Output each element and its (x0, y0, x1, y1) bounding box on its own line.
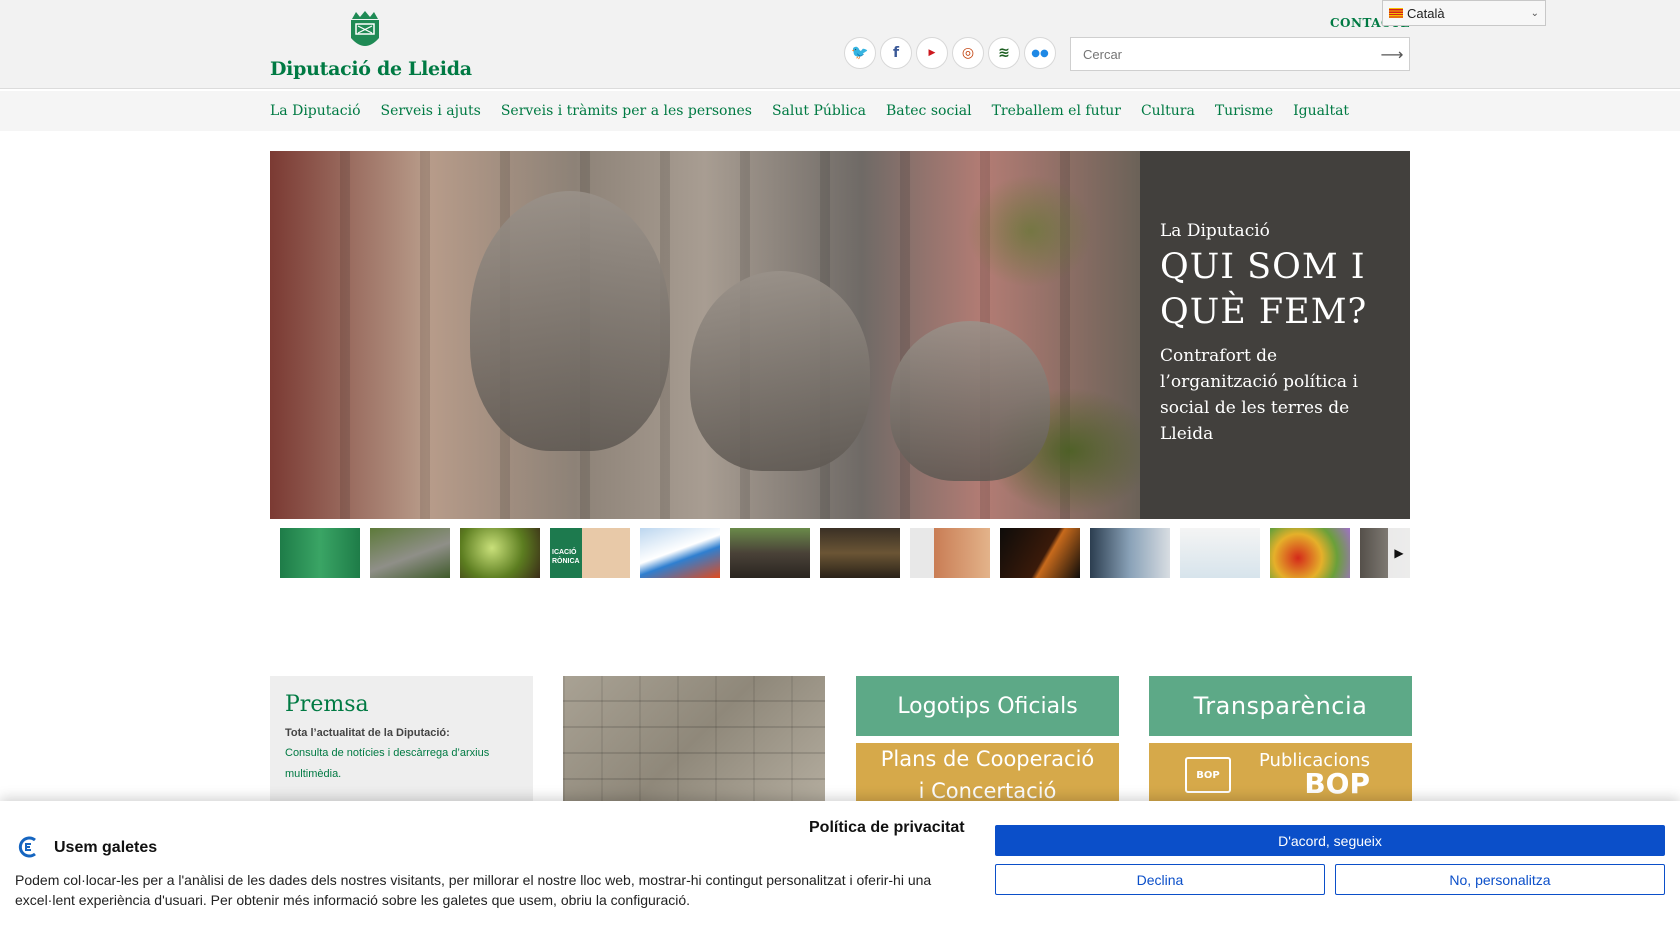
rss-icon[interactable]: ≋ (988, 37, 1020, 69)
coat-of-arms-icon (351, 11, 379, 46)
nav-item-treballem-futur[interactable]: Treballem el futur (992, 103, 1121, 119)
twitter-icon[interactable]: 🐦 (844, 37, 876, 69)
bop-icon-label: BOP (1196, 769, 1220, 781)
carousel-thumb[interactable] (1270, 528, 1350, 578)
flickr-icon[interactable]: ●● (1024, 37, 1056, 69)
youtube-icon[interactable]: ▶ (916, 37, 948, 69)
instagram-icon[interactable]: ◎ (952, 37, 984, 69)
search-input[interactable] (1071, 38, 1375, 70)
nav-item-turisme[interactable]: Turisme (1215, 103, 1273, 119)
carousel-thumb[interactable] (820, 528, 900, 578)
carousel-thumb-label: ICACIÓ RÒNICA (552, 549, 580, 565)
carousel-thumb[interactable] (640, 528, 720, 578)
logotips-oficials-tile[interactable]: Logotips Oficials (856, 676, 1119, 736)
decline-cookies-button[interactable]: Declina (995, 864, 1325, 895)
premsa-box[interactable]: Premsa Tota l’actualitat de la Diputació… (270, 676, 533, 806)
play-right-icon[interactable]: ▶ (1388, 528, 1410, 578)
site-name: Diputació de Lleida (270, 58, 472, 80)
carousel-thumb[interactable] (1180, 528, 1260, 578)
accept-cookies-button[interactable]: D'acord, segueix (995, 825, 1665, 856)
customize-cookies-button[interactable]: No, personalitza (1335, 864, 1665, 895)
nav-item-batec-social[interactable]: Batec social (886, 103, 972, 119)
hero-kicker: La Diputació (1160, 221, 1270, 241)
hero-description: Contrafort de l’organització política i … (1160, 346, 1358, 444)
privacy-policy-link[interactable]: Política de privacitat (809, 819, 965, 837)
publicacions-bop-tile[interactable]: BOP Publicacions BOP (1149, 743, 1412, 807)
catalan-flag-icon (1389, 8, 1403, 18)
cookie-title: Usem galetes (54, 839, 158, 856)
premsa-link[interactable]: Consulta de notícies i descàrrega d’arxi… (285, 743, 518, 785)
hero-caption[interactable]: La Diputació QUI SOM I QUÈ FEM? Contrafo… (1140, 151, 1410, 519)
hero-image (270, 151, 1140, 519)
arrow-right-icon[interactable]: ⟶ (1375, 45, 1409, 64)
hero-title: QUI SOM I QUÈ FEM? (1160, 247, 1368, 332)
bop-line2: BOP (1304, 767, 1370, 800)
carousel-thumb[interactable] (1000, 528, 1080, 578)
nav-item-igualtat[interactable]: Igualtat (1293, 103, 1349, 119)
language-selected: Català (1407, 5, 1445, 21)
nav-item-la-diputacio[interactable]: La Diputació (270, 103, 361, 119)
nav-item-serveis-tramits[interactable]: Serveis i tràmits per a les persones (501, 103, 752, 119)
carousel-thumb[interactable] (730, 528, 810, 578)
carousel-thumb[interactable] (280, 528, 360, 578)
carousel-thumb[interactable] (460, 528, 540, 578)
main-navigation: La Diputació Serveis i ajuts Serveis i t… (0, 91, 1680, 131)
carousel-thumb[interactable] (370, 528, 450, 578)
hero-slider[interactable]: La Diputació QUI SOM I QUÈ FEM? Contrafo… (270, 151, 1410, 519)
site-header: Diputació de Lleida 🐦 f ▶ ◎ ≋ ●● ⟶ CONTA… (0, 0, 1680, 89)
premsa-title: Premsa (285, 692, 369, 717)
carousel-thumbnails: ICACIÓ RÒNICA ▶ (270, 528, 1410, 580)
carousel-thumb[interactable]: ICACIÓ RÒNICA (550, 528, 630, 578)
nav-item-salut-publica[interactable]: Salut Pública (772, 103, 866, 119)
carousel-thumb[interactable] (1090, 528, 1170, 578)
language-select[interactable]: Català ⌄ (1382, 0, 1546, 26)
stone-wall-image[interactable] (563, 676, 825, 806)
transparencia-tile[interactable]: Transparència (1149, 676, 1412, 736)
social-links: 🐦 f ▶ ◎ ≋ ●● (844, 37, 1056, 69)
facebook-icon[interactable]: f (880, 37, 912, 69)
nav-item-serveis-ajuts[interactable]: Serveis i ajuts (381, 103, 481, 119)
chevron-down-icon: ⌄ (1530, 7, 1539, 19)
nav-item-cultura[interactable]: Cultura (1141, 103, 1195, 119)
cookie-text: Podem col·locar-les per a l'anàlisi de l… (15, 872, 932, 908)
search-box: ⟶ (1070, 37, 1410, 71)
site-logo[interactable]: Diputació de Lleida (270, 10, 472, 80)
plans-line1: Plans de Cooperació (880, 747, 1095, 771)
newspaper-icon: BOP (1185, 757, 1231, 793)
cookie-banner: Usem galetes Política de privacitat Pode… (0, 801, 1680, 927)
premsa-subtitle: Tota l’actualitat de la Diputació: (285, 727, 450, 739)
carousel-thumb[interactable] (910, 528, 990, 578)
cookie-consent-logo-icon (18, 836, 36, 858)
plans-cooperacio-tile[interactable]: Plans de Cooperació i Concertació (856, 743, 1119, 807)
